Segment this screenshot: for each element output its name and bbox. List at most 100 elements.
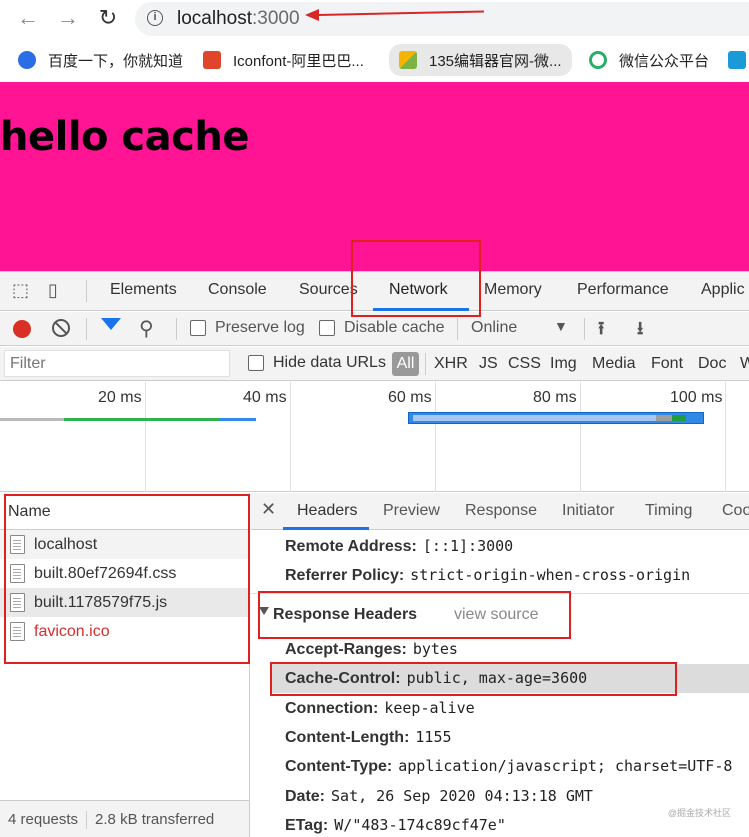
close-icon[interactable]: ✕	[261, 499, 276, 520]
request-detail-panel: ✕ Headers Preview Response Initiator Tim…	[251, 493, 749, 837]
preserve-log-checkbox[interactable]: Preserve log	[190, 319, 305, 337]
tick-label: 40 ms	[243, 389, 287, 406]
tab-console[interactable]: Console	[208, 281, 267, 299]
header-value: application/javascript; charset=UTF-8	[398, 757, 733, 775]
clear-icon[interactable]	[52, 319, 70, 337]
header-row: Remote Address: [::1]:3000	[285, 537, 513, 556]
network-overview[interactable]: 20 ms 40 ms 60 ms 80 ms 100 ms	[0, 382, 749, 492]
checkbox-label: Preserve log	[215, 319, 305, 336]
header-key: Connection:	[285, 700, 379, 717]
tab-elements[interactable]: Elements	[110, 281, 177, 299]
bookmark-overflow[interactable]	[728, 48, 749, 72]
reload-icon[interactable]: ↻	[94, 5, 122, 33]
bookmark-wechat-mp[interactable]: 微信公众平台	[589, 48, 709, 72]
request-name: localhost	[34, 535, 98, 553]
page-content: hello cache	[0, 82, 749, 271]
device-toolbar-icon[interactable]: ▯	[48, 280, 58, 301]
filter-type-media[interactable]: Media	[592, 355, 636, 373]
record-icon[interactable]	[13, 320, 31, 338]
throttle-value: Online	[471, 319, 518, 336]
waterfall-bar	[64, 418, 220, 421]
header-value: W/"483-174c89cf47e"	[334, 816, 506, 834]
checkbox-box[interactable]	[248, 355, 264, 371]
divider	[86, 280, 87, 302]
tab-cookies[interactable]: Coo	[722, 502, 749, 520]
bookmarks-bar: 百度一下，你就知道 Iconfont-阿里巴巴... 135编辑器官网-微...…	[0, 38, 749, 82]
stylesheet-icon	[10, 564, 25, 583]
response-headers-section[interactable]: Response Headers view source	[251, 593, 749, 629]
tab-memory[interactable]: Memory	[484, 281, 542, 299]
table-row[interactable]: favicon.ico	[0, 617, 249, 646]
forward-arrow-icon[interactable]: →	[54, 5, 82, 33]
bookmark-135editor[interactable]: 135编辑器官网-微...	[389, 44, 572, 76]
header-row: Date: Sat, 26 Sep 2020 04:13:18 GMT	[285, 787, 593, 806]
disable-cache-checkbox[interactable]: Disable cache	[319, 319, 445, 337]
bookmark-label: 135编辑器官网-微...	[429, 52, 562, 70]
active-tab-indicator	[283, 527, 369, 530]
header-key: Referrer Policy:	[285, 567, 405, 584]
grid-line	[580, 382, 581, 492]
filter-type-font[interactable]: Font	[651, 355, 683, 373]
filter-type-css[interactable]: CSS	[508, 355, 541, 373]
dropdown-caret-icon[interactable]: ▼	[554, 318, 568, 334]
detail-tabbar: ✕ Headers Preview Response Initiator Tim…	[251, 493, 749, 530]
bird-icon	[728, 51, 746, 69]
bookmark-iconfont[interactable]: Iconfont-阿里巴巴...	[203, 48, 364, 72]
back-arrow-icon[interactable]: ←	[14, 5, 42, 33]
annotation-arrow-head	[305, 9, 319, 21]
filter-type-xhr[interactable]: XHR	[434, 355, 468, 373]
header-value: public, max-age=3600	[406, 669, 588, 687]
tab-response[interactable]: Response	[465, 502, 537, 520]
search-icon[interactable]: ⚲	[139, 316, 154, 341]
tab-performance[interactable]: Performance	[577, 281, 669, 299]
waterfall-bar-group	[408, 412, 704, 424]
filter-bar: Hide data URLs All XHR JS CSS Img Media …	[0, 347, 749, 381]
filter-type-all[interactable]: All	[392, 352, 419, 376]
grid-line	[145, 382, 146, 492]
inspect-element-icon[interactable]: ⬚	[12, 280, 29, 301]
export-har-icon[interactable]: ⭳	[637, 316, 643, 346]
filter-type-doc[interactable]: Doc	[698, 355, 726, 373]
filter-input[interactable]	[4, 350, 230, 377]
table-row[interactable]: built.80ef72694f.css	[0, 559, 249, 588]
filter-type-img[interactable]: Img	[550, 355, 577, 373]
checkbox-box[interactable]	[319, 320, 335, 336]
hide-data-urls-checkbox[interactable]: Hide data URLs	[248, 354, 386, 372]
browser-toolbar: ← → ↻ i localhost:3000	[0, 0, 749, 38]
table-row[interactable]: localhost	[0, 530, 249, 559]
tab-sources[interactable]: Sources	[299, 281, 358, 299]
tab-headers[interactable]: Headers	[297, 502, 357, 520]
tab-timing[interactable]: Timing	[645, 502, 692, 520]
throttle-select[interactable]: Online	[471, 319, 517, 337]
bookmark-baidu[interactable]: 百度一下，你就知道	[18, 48, 183, 72]
collapse-triangle-icon[interactable]	[259, 607, 269, 615]
header-key: Accept-Ranges:	[285, 641, 407, 658]
tab-preview[interactable]: Preview	[383, 502, 440, 520]
site-info-icon[interactable]: i	[147, 10, 163, 26]
view-source-link[interactable]: view source	[454, 606, 538, 624]
bookmark-label: Iconfont-阿里巴巴...	[233, 52, 364, 70]
watermark: @掘金技术社区	[667, 808, 731, 818]
import-har-icon[interactable]: ⭱	[598, 316, 604, 346]
tick-label: 60 ms	[388, 389, 432, 406]
header-row: Referrer Policy: strict-origin-when-cross…	[285, 566, 690, 585]
grid-line	[435, 382, 436, 492]
waterfall-bar	[220, 418, 256, 421]
baidu-paw-icon	[18, 51, 36, 69]
filter-type-js[interactable]: JS	[479, 355, 498, 373]
tab-initiator[interactable]: Initiator	[562, 502, 614, 520]
name-column-header[interactable]: Name	[0, 493, 249, 530]
waterfall-bar	[656, 415, 672, 421]
checkbox-label: Disable cache	[344, 319, 445, 336]
table-row[interactable]: built.1178579f75.js	[0, 588, 249, 617]
waterfall-bar	[672, 415, 686, 421]
filter-type-ws[interactable]: W	[740, 355, 749, 373]
filter-funnel-icon[interactable]	[101, 318, 121, 330]
tab-network[interactable]: Network	[389, 281, 448, 299]
header-value: 1155	[415, 728, 452, 746]
address-bar[interactable]: i localhost:3000	[135, 2, 749, 36]
checkbox-box[interactable]	[190, 320, 206, 336]
waterfall-bar	[0, 418, 64, 421]
bookmark-label: 百度一下，你就知道	[48, 52, 184, 70]
tab-application[interactable]: Applic	[701, 281, 745, 299]
